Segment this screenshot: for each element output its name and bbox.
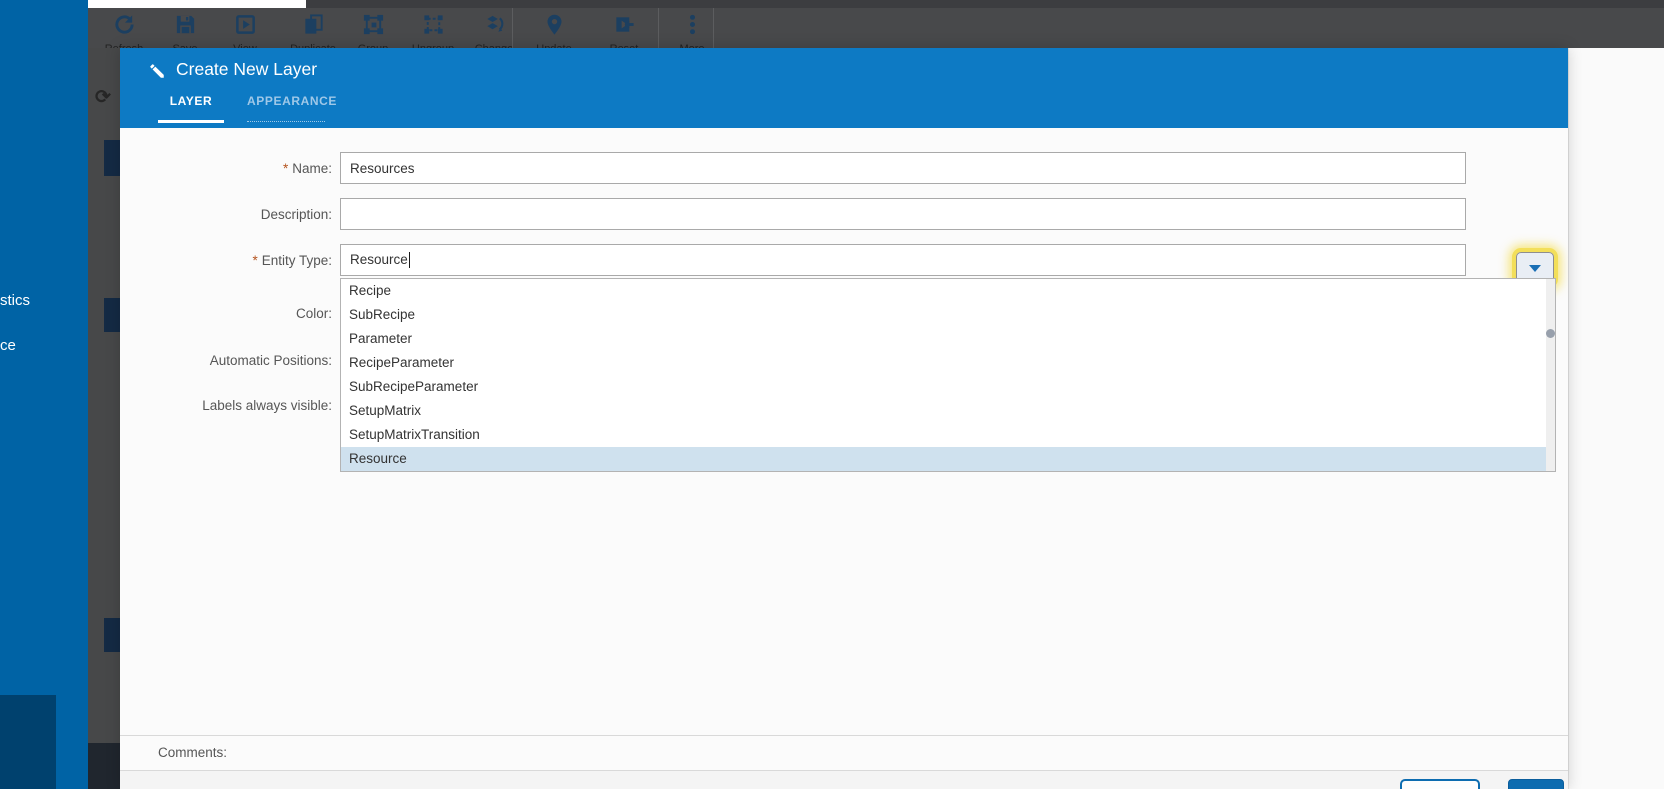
tab-label: LAYER bbox=[169, 94, 213, 108]
change-icon bbox=[483, 15, 506, 40]
sidebar-item-label[interactable]: stics bbox=[0, 292, 30, 309]
comments-label: Comments: bbox=[158, 745, 228, 760]
entity-type-input[interactable]: Resource bbox=[340, 244, 1466, 276]
required-asterisk: * bbox=[252, 253, 258, 268]
labels-always-visible-label: Labels always visible: bbox=[202, 398, 332, 413]
tab-appearance[interactable]: APPEARANCE bbox=[247, 94, 336, 122]
toolbar-button-group[interactable]: Group bbox=[342, 13, 404, 48]
reset-icon bbox=[613, 17, 636, 40]
app-window: Refresh Save View Duplicate Group Ungrou… bbox=[0, 0, 1664, 789]
toolbar-button-save[interactable]: Save bbox=[154, 13, 216, 48]
cancel-button[interactable] bbox=[1400, 779, 1480, 789]
duplicate-icon bbox=[302, 14, 325, 40]
scrollbar-thumb[interactable] bbox=[1546, 329, 1555, 338]
entity-type-dropdown: Recipe SubRecipe Parameter RecipeParameter S… bbox=[340, 278, 1556, 472]
tab-label: APPEARANCE bbox=[247, 94, 338, 108]
color-label: Color: bbox=[295, 306, 332, 321]
toolbar-separator bbox=[713, 8, 714, 48]
description-label: Description: bbox=[260, 207, 332, 222]
tab-layer[interactable]: LAYER bbox=[158, 94, 224, 123]
active-tab-underline bbox=[158, 120, 224, 123]
entity-type-option[interactable]: SetupMatrixTransition bbox=[341, 423, 1555, 447]
entity-type-option[interactable]: Resource bbox=[341, 447, 1555, 471]
ok-button[interactable] bbox=[1508, 779, 1564, 789]
group-icon bbox=[362, 14, 385, 40]
sidebar-item-label[interactable]: ce bbox=[0, 337, 16, 354]
toolbar: Refresh Save View Duplicate Group Ungrou… bbox=[88, 8, 1664, 48]
toolbar-button-view[interactable]: View bbox=[214, 13, 276, 48]
dialog-header: Create New Layer LAYER APPEARANCE bbox=[120, 48, 1568, 128]
refresh-icon bbox=[113, 15, 136, 40]
dialog-title: Create New Layer bbox=[176, 59, 318, 79]
ungroup-icon bbox=[422, 15, 445, 40]
inactive-tab-underline bbox=[247, 121, 325, 122]
toolbar-button-update[interactable]: Update bbox=[523, 13, 585, 48]
entity-type-value: Resource bbox=[350, 252, 408, 267]
toolbar-button-duplicate[interactable]: Duplicate bbox=[282, 13, 344, 48]
toolbar-button-reset[interactable]: Reset bbox=[593, 13, 655, 48]
entity-type-option[interactable]: Recipe bbox=[341, 279, 1555, 303]
toolbar-button-change[interactable]: Change bbox=[463, 13, 525, 48]
entity-type-option[interactable]: SubRecipe bbox=[341, 303, 1555, 327]
refresh-icon: ⟳ bbox=[95, 87, 111, 108]
more-icon bbox=[681, 14, 704, 40]
automatic-positions-label: Automatic Positions: bbox=[209, 353, 332, 368]
top-tab-strip bbox=[88, 0, 306, 8]
dropdown-scrollbar[interactable] bbox=[1546, 279, 1555, 471]
right-gutter bbox=[1568, 48, 1664, 789]
view-icon bbox=[234, 15, 257, 40]
background-list-item bbox=[104, 618, 120, 652]
entity-type-option[interactable]: Parameter bbox=[341, 327, 1555, 351]
required-asterisk: * bbox=[282, 161, 289, 176]
sidebar-bottom-block bbox=[0, 695, 56, 789]
toolbar-separator bbox=[512, 8, 513, 48]
entity-type-label: * Entity Type: bbox=[252, 253, 332, 268]
background-bottom-block bbox=[88, 743, 120, 789]
name-input[interactable] bbox=[340, 152, 1466, 184]
toolbar-button-ungroup[interactable]: Ungroup bbox=[402, 13, 464, 48]
save-icon bbox=[174, 15, 197, 40]
entity-type-option[interactable]: RecipeParameter bbox=[341, 351, 1555, 375]
chevron-down-icon bbox=[1529, 264, 1541, 272]
name-label: * Name: bbox=[282, 161, 332, 176]
update-icon bbox=[543, 14, 566, 40]
background-list-item bbox=[104, 140, 120, 176]
pencil-icon bbox=[150, 64, 164, 78]
toolbar-separator bbox=[658, 8, 659, 48]
entity-type-option[interactable]: SetupMatrix bbox=[341, 399, 1555, 423]
description-input[interactable] bbox=[340, 198, 1466, 230]
background-list-item bbox=[104, 298, 120, 332]
dialog-footer bbox=[120, 770, 1568, 789]
background-panel-strip: ⟳ bbox=[88, 48, 120, 789]
top-dark-strip bbox=[306, 0, 1664, 8]
create-new-layer-dialog: Create New Layer LAYER APPEARANCE * Name:… bbox=[120, 48, 1568, 789]
left-sidebar: stics ce bbox=[0, 0, 88, 789]
divider bbox=[120, 735, 1568, 736]
toolbar-button-refresh[interactable]: Refresh bbox=[93, 13, 155, 48]
entity-type-option[interactable]: SubRecipeParameter bbox=[341, 375, 1555, 399]
text-caret bbox=[408, 252, 410, 269]
